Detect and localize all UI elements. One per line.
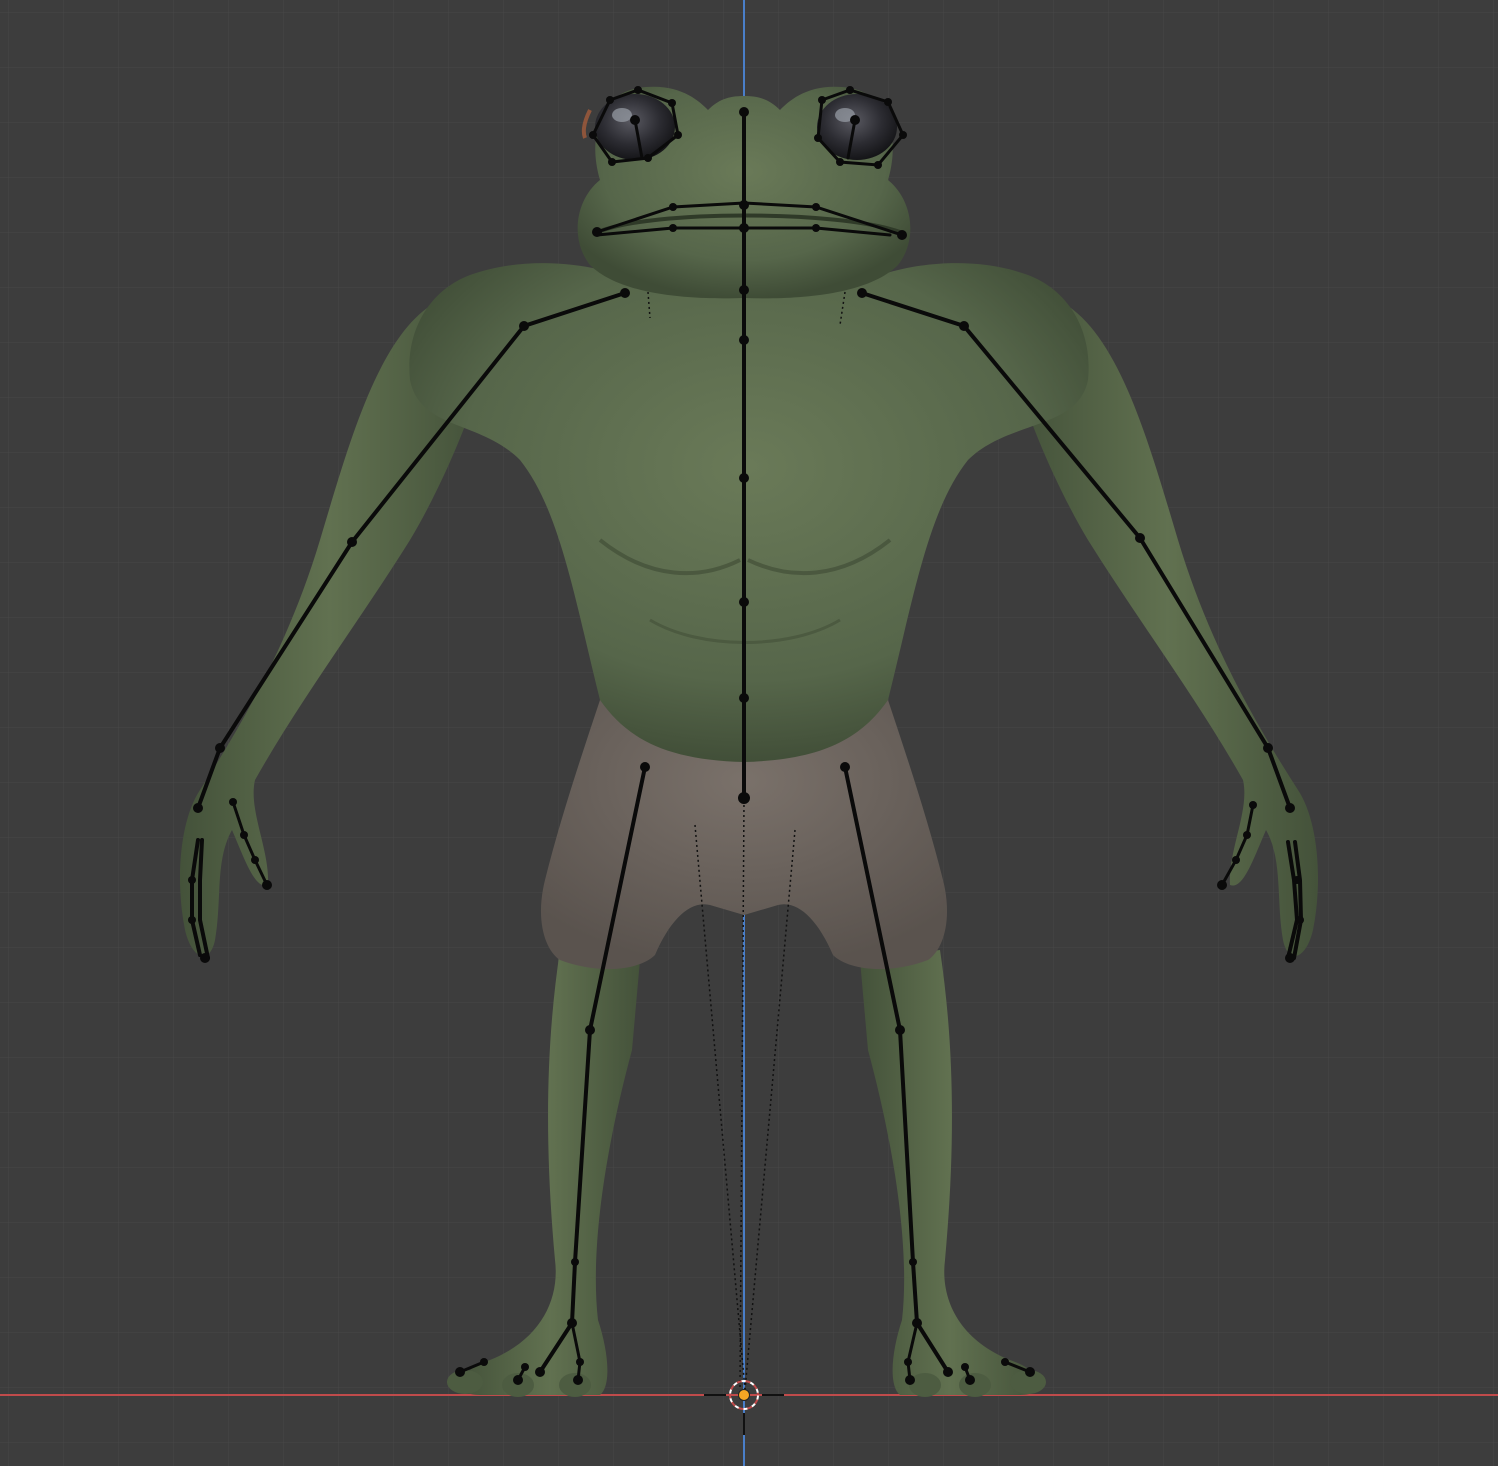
left-eye-highlight bbox=[612, 108, 632, 122]
3d-viewport[interactable] bbox=[0, 0, 1498, 1466]
viewport-scene[interactable] bbox=[0, 0, 1498, 1466]
object-origin-icon[interactable] bbox=[738, 1389, 750, 1401]
